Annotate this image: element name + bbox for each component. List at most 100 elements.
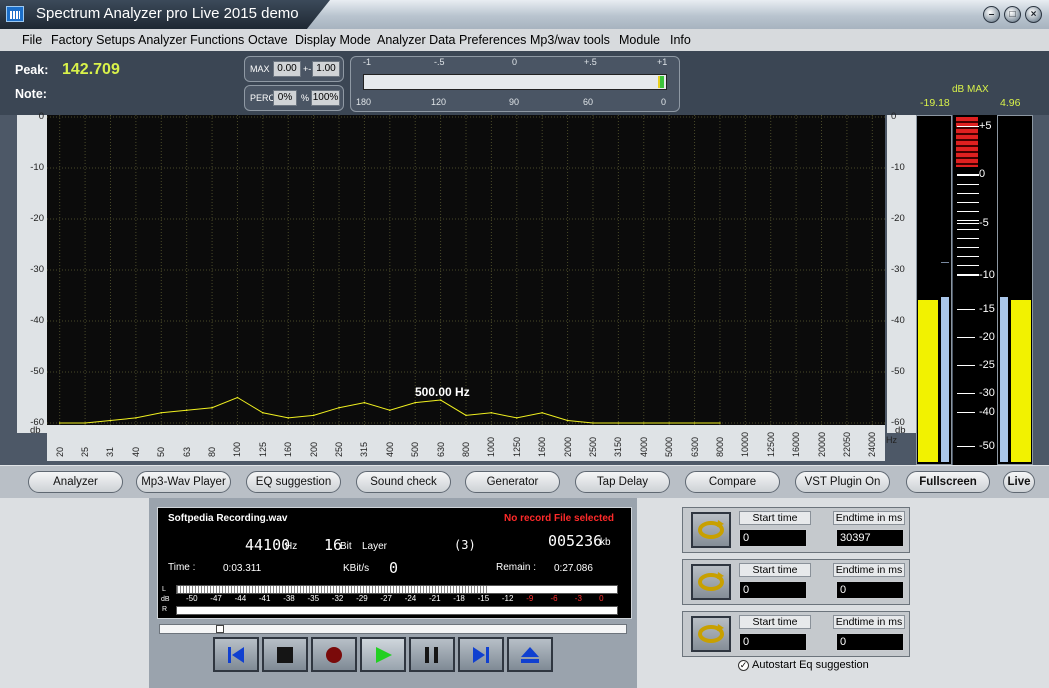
level-l-label: L	[162, 586, 166, 593]
max-value-2[interactable]: 1.00	[312, 61, 340, 77]
level-tick-label: 0	[599, 594, 604, 603]
endtime-input[interactable]: 0	[836, 581, 904, 599]
x-unit-label: Hz	[886, 435, 897, 445]
perc-control: PERC 0% % 100%	[244, 85, 344, 111]
analyzer-button[interactable]: Analyzer	[28, 471, 123, 493]
maximize-icon[interactable]: □	[1004, 6, 1021, 23]
spectrum-point	[668, 422, 670, 424]
x-tick-label: 2500	[587, 436, 598, 457]
menu-preferences[interactable]: Preferences	[459, 33, 526, 47]
vu-meter-left	[916, 115, 952, 465]
x-tick-label: 200	[308, 441, 319, 457]
menu-file[interactable]: File	[22, 33, 42, 47]
loop-icon	[698, 624, 724, 643]
endtime-input[interactable]: 30397	[836, 529, 904, 547]
vu-minor-tick	[957, 238, 979, 239]
position-slider[interactable]	[159, 624, 627, 634]
max-value-1[interactable]: 0.00	[273, 61, 301, 77]
y-tick-label: -50	[30, 366, 44, 377]
vu-tick-label: -10	[979, 269, 995, 281]
loop-button-3[interactable]	[691, 616, 731, 652]
live-button[interactable]: Live	[1003, 471, 1035, 493]
peak-frequency-annotation: 500.00 Hz	[415, 385, 470, 399]
x-tick-label: 315	[359, 441, 370, 457]
x-tick-label: 40	[130, 446, 141, 457]
meter-bottom-tick: 0	[661, 97, 667, 107]
time-label: Time :	[168, 562, 196, 573]
vu-left-marker	[941, 262, 949, 263]
vu-minor-tick	[957, 202, 979, 203]
next-track-button[interactable]	[458, 637, 504, 672]
tap-delay-button[interactable]: Tap Delay	[575, 471, 670, 493]
perc-value-2[interactable]: 100%	[311, 90, 340, 106]
y-axis-right: 0 -10 -20 -30 -40 -50 -60 db	[887, 111, 917, 436]
layer-label: Layer	[362, 541, 388, 552]
vu-tick-mark	[957, 126, 979, 127]
spectrum-point	[287, 417, 290, 419]
generator-button[interactable]: Generator	[465, 471, 560, 493]
spectrum-point	[439, 399, 442, 401]
x-tick-label: 80	[207, 446, 218, 457]
loop-button-1[interactable]	[691, 512, 731, 548]
compare-button[interactable]: Compare	[685, 471, 780, 493]
perc-value-1[interactable]: 0%	[273, 90, 297, 106]
endtime-input[interactable]: 0	[836, 633, 904, 651]
y-tick-label: -10	[30, 162, 44, 173]
menu-module[interactable]: Module	[619, 33, 660, 47]
menu-display-mode[interactable]: Display Mode	[295, 33, 371, 47]
mp3-wav-player-button[interactable]: Mp3-Wav Player	[136, 471, 231, 493]
start-time-input[interactable]: 0	[739, 581, 807, 599]
time-value: 0:03.311	[223, 563, 262, 574]
perc-sep: %	[301, 93, 310, 103]
vu-tick-mark	[957, 337, 975, 338]
vu-tick-mark	[957, 309, 975, 310]
vu-minor-tick	[957, 265, 979, 266]
peak-value: 142.709	[62, 61, 120, 78]
menu-octave[interactable]: Octave	[248, 33, 288, 47]
prev-track-button[interactable]	[213, 637, 259, 672]
stop-button[interactable]	[262, 637, 308, 672]
y-tick-label: -40	[30, 315, 44, 326]
layer-value: (3)	[454, 538, 476, 552]
spectrum-point	[617, 422, 620, 424]
vu-tick-label: -30	[979, 387, 995, 399]
menu-factory-setups[interactable]: Factory Setups	[51, 33, 135, 47]
close-icon[interactable]: ×	[1025, 6, 1042, 23]
menu-mp3-wav-tools[interactable]: Mp3/wav tools	[530, 33, 610, 47]
spectrum-point	[211, 406, 213, 409]
fullscreen-button[interactable]: Fullscreen	[906, 471, 990, 493]
level-tick-label: -38	[283, 594, 295, 603]
level-tick-label: -24	[404, 594, 417, 603]
x-tick-label: 6300	[689, 436, 700, 457]
level-db-label: dB	[161, 596, 170, 603]
title-bar: Spectrum Analyzer pro Live 2015 demo – □…	[0, 0, 1049, 29]
pause-button[interactable]	[409, 637, 455, 672]
menu-analyzer-functions[interactable]: Analyzer Functions	[138, 33, 244, 47]
eject-button[interactable]	[507, 637, 553, 672]
vu-tick-mark	[957, 223, 979, 224]
spectrum-point	[135, 417, 137, 419]
level-tick-label: -29	[356, 594, 368, 603]
kbits-label: KBit/s	[343, 563, 370, 574]
level-tick-label: -32	[331, 594, 344, 603]
start-time-input[interactable]: 0	[739, 529, 807, 547]
remain-label: Remain :	[496, 562, 537, 573]
minimize-icon[interactable]: –	[983, 6, 1000, 23]
eq-suggestion-button[interactable]: EQ suggestion	[246, 471, 341, 493]
play-button[interactable]	[360, 637, 406, 672]
sound-check-button[interactable]: Sound check	[356, 471, 451, 493]
position-slider-handle[interactable]	[215, 625, 224, 633]
endtime-label: Endtime in ms	[833, 563, 905, 577]
level-tick-label: -27	[380, 594, 392, 603]
vst-plugin-button[interactable]: VST Plugin On	[795, 471, 890, 493]
menu-info[interactable]: Info	[670, 33, 691, 47]
record-button[interactable]	[311, 637, 357, 672]
vu-minor-tick	[957, 256, 979, 257]
loop-button-2[interactable]	[691, 564, 731, 600]
autostart-checkbox[interactable]: ✓	[738, 660, 749, 671]
start-time-input[interactable]: 0	[739, 633, 807, 651]
meter-bottom-tick: 90	[509, 97, 520, 107]
menu-analyzer-data[interactable]: Analyzer Data	[377, 33, 456, 47]
meter-top-tick: 0	[512, 57, 518, 67]
vu-right-bar	[1011, 300, 1031, 462]
